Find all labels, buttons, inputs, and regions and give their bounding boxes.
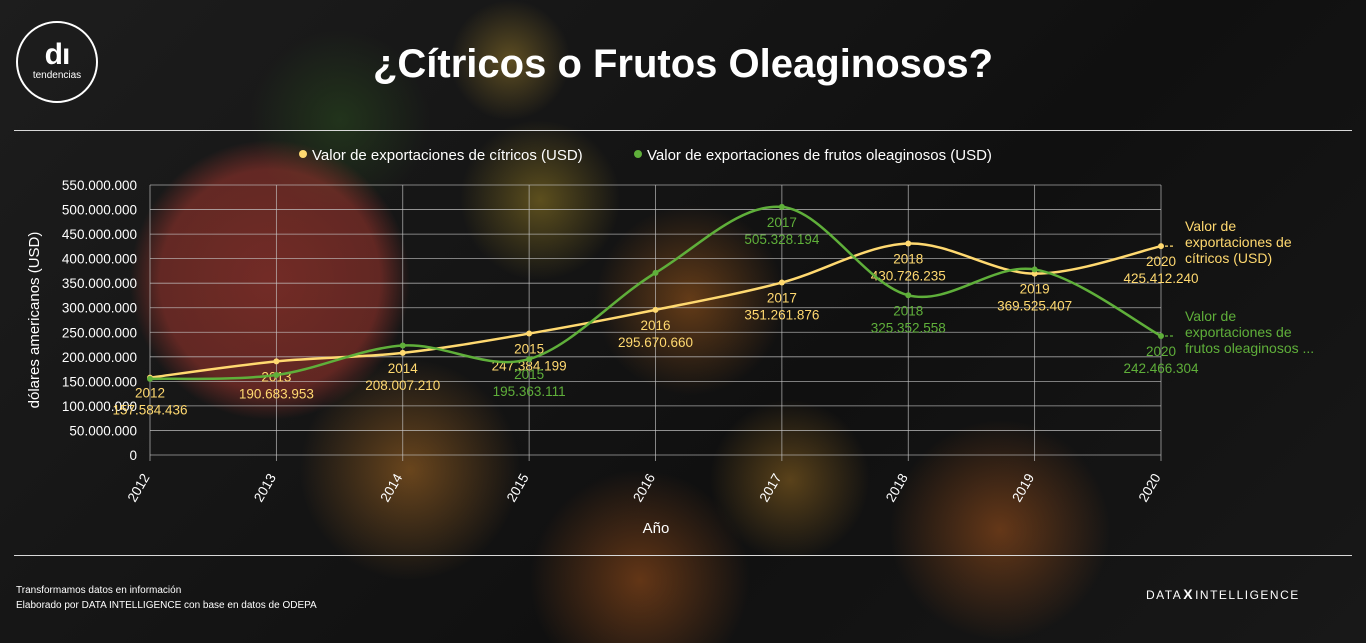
footer-text: Transformamos datos en información Elabo… (16, 583, 317, 613)
bottom-divider (14, 555, 1352, 556)
data-point-citricos (1158, 243, 1164, 250)
y-tick-label: 300.000.000 (62, 301, 137, 316)
data-label-value-citricos: 190.683.953 (239, 386, 314, 401)
y-tick-label: 500.000.000 (62, 203, 137, 218)
y-axis-title: dólares americanos (USD) (26, 232, 43, 409)
data-label-year-oleaginosos: 2020 (1146, 344, 1176, 359)
end-label-citricos: exportaciones de (1185, 234, 1292, 250)
y-tick-label: 0 (129, 448, 137, 463)
footer-line-2: Elaborado por DATA INTELLIGENCE con base… (16, 600, 317, 611)
y-tick-label: 50.000.000 (69, 423, 137, 438)
data-point-oleaginosos (147, 375, 153, 382)
y-tick-label: 200.000.000 (62, 350, 137, 365)
data-label-year-citricos: 2019 (1020, 282, 1050, 297)
y-tick-label: 450.000.000 (62, 227, 137, 242)
x-tick-label: 2019 (1009, 471, 1037, 505)
brand-left: DATA (1146, 588, 1183, 602)
data-label-value-citricos: 208.007.210 (365, 378, 440, 393)
end-label-oleaginosos: exportaciones de (1185, 324, 1292, 340)
data-point-oleaginosos (1031, 266, 1038, 273)
y-tick-label: 400.000.000 (62, 252, 137, 267)
data-point-oleaginosos (778, 203, 785, 210)
data-label-year-oleaginosos: 2015 (514, 367, 544, 382)
data-point-citricos (526, 330, 533, 337)
data-point-citricos (905, 240, 912, 247)
end-label-citricos: cítricos (USD) (1185, 250, 1272, 266)
data-point-citricos (399, 349, 406, 356)
data-label-value-citricos: 295.670.660 (618, 335, 693, 350)
x-tick-label: 2013 (251, 471, 279, 505)
x-tick-label: 2018 (883, 471, 911, 505)
data-label-value-citricos: 425.412.240 (1123, 271, 1198, 286)
data-label-year-citricos: 2016 (640, 318, 670, 333)
data-label-value-oleaginosos: 195.363.111 (493, 384, 566, 399)
x-tick-label: 2014 (377, 471, 405, 505)
end-label-citricos: Valor de (1185, 218, 1236, 234)
data-label-year-citricos: 2017 (767, 291, 797, 306)
data-intelligence-logo: DATAXINTELLIGENCE (1146, 586, 1300, 602)
data-point-citricos (273, 358, 280, 365)
data-point-oleaginosos (652, 269, 659, 276)
data-label-year-citricos: 2020 (1146, 254, 1176, 269)
data-label-year-oleaginosos: 2018 (893, 303, 923, 318)
data-label-value-oleaginosos: 325.352.558 (871, 320, 946, 335)
legend-label-oleaginosos: Valor de exportaciones de frutos oleagin… (647, 147, 992, 164)
legend-marker-oleaginosos (634, 150, 642, 158)
data-label-value-oleaginosos: 242.466.304 (1123, 361, 1199, 376)
footer-line-1: Transformamos datos en información (16, 585, 182, 596)
data-label-year-citricos: 2014 (388, 361, 419, 376)
data-point-oleaginosos (399, 342, 406, 349)
brand-x: X (1183, 586, 1195, 602)
end-label-oleaginosos: frutos oleaginosos ... (1185, 340, 1314, 356)
y-tick-label: 250.000.000 (62, 325, 137, 340)
data-point-oleaginosos (905, 292, 912, 299)
y-tick-label: 150.000.000 (62, 374, 137, 389)
legend-marker-citricos (299, 150, 307, 158)
data-label-value-citricos: 369.525.407 (997, 299, 1072, 314)
x-tick-label: 2020 (1136, 471, 1164, 505)
x-tick-label: 2016 (630, 471, 658, 505)
end-label-oleaginosos: Valor de (1185, 308, 1236, 324)
data-label-year-citricos: 2012 (135, 386, 165, 401)
data-point-oleaginosos (526, 356, 533, 363)
data-label-value-citricos: 351.261.876 (744, 308, 819, 323)
data-label-value-citricos: 157.584.436 (112, 403, 187, 418)
x-tick-label: 2015 (504, 471, 532, 505)
y-tick-label: 350.000.000 (62, 276, 137, 291)
y-tick-label: 550.000.000 (62, 178, 137, 193)
line-chart: Valor de exportaciones de cítricos (USD)… (26, 147, 1314, 537)
data-point-citricos (652, 306, 659, 313)
x-tick-label: 2017 (756, 471, 784, 505)
data-point-citricos (778, 279, 785, 286)
brand-right: INTELLIGENCE (1195, 588, 1300, 602)
data-point-oleaginosos (273, 371, 280, 378)
data-point-oleaginosos (1158, 332, 1164, 339)
legend-label-citricos: Valor de exportaciones de cítricos (USD) (312, 147, 583, 164)
x-tick-label: 2012 (125, 471, 153, 505)
data-label-year-oleaginosos: 2017 (767, 215, 797, 230)
x-axis-title: Año (643, 520, 670, 537)
data-label-value-oleaginosos: 505.328.194 (744, 232, 820, 247)
data-label-year-citricos: 2018 (893, 252, 923, 267)
